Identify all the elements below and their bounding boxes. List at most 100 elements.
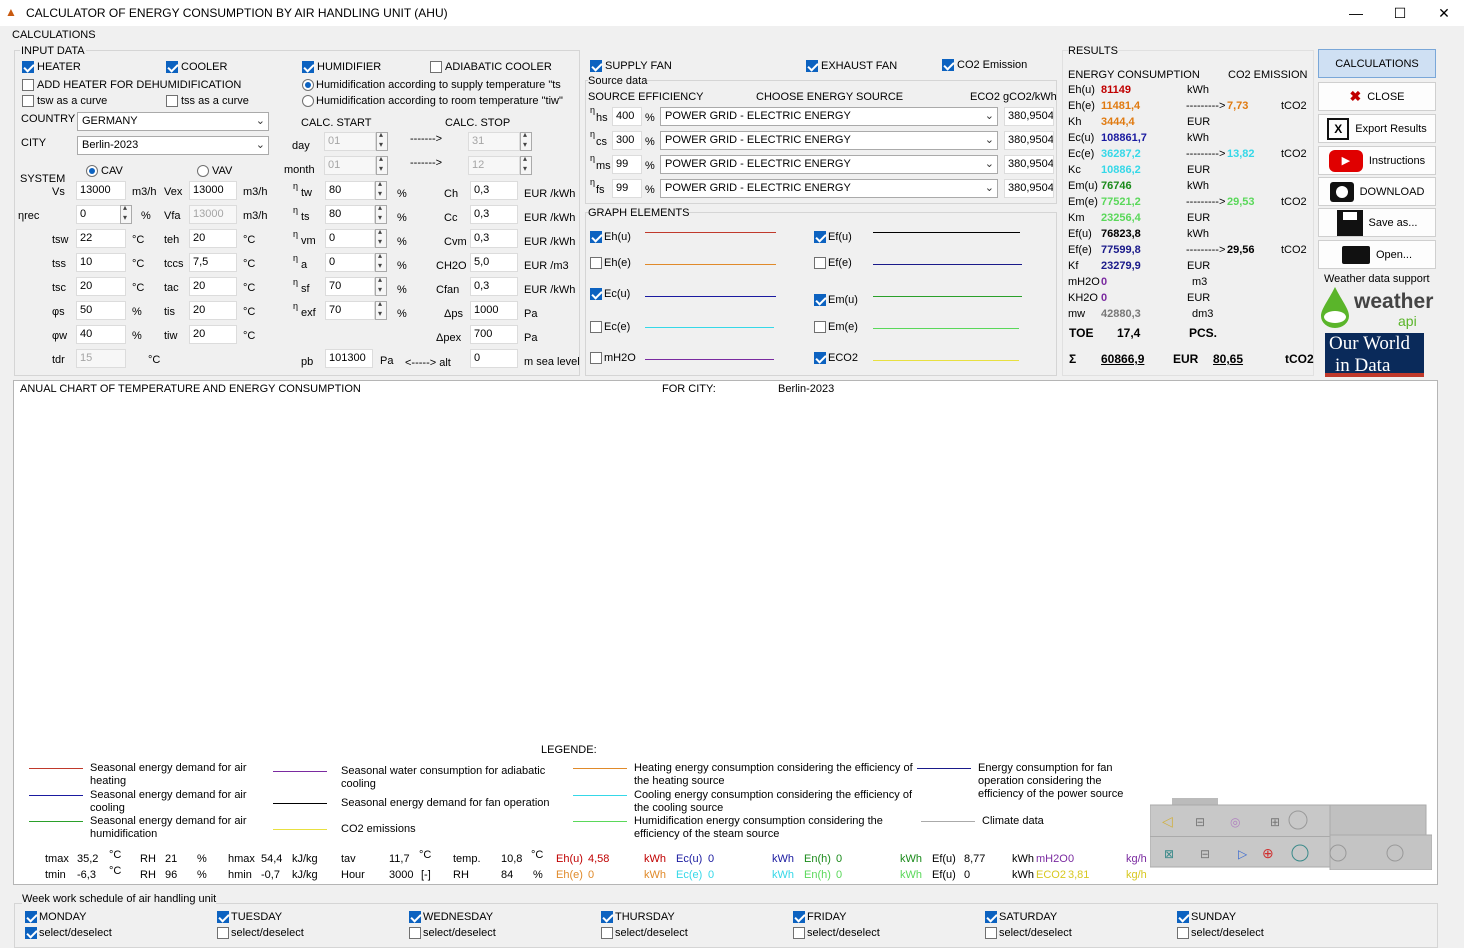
eta-input-3[interactable]: 0: [325, 253, 375, 272]
param-input-3[interactable]: 10: [76, 253, 126, 272]
start-month-input-spinner[interactable]: [376, 154, 388, 175]
day-checkbox-1[interactable]: [217, 911, 229, 923]
graph-checkbox-2[interactable]: [590, 257, 602, 269]
adiabatic-cooler-checkbox[interactable]: [430, 61, 442, 73]
eta-spinner-2[interactable]: [375, 227, 387, 248]
eta-input-2[interactable]: 0: [325, 229, 375, 248]
energy-source-select-0[interactable]: POWER GRID - ELECTRIC ENERGY ⌄: [660, 107, 998, 126]
eta-spinner-4[interactable]: [375, 275, 387, 296]
day-checkbox-6[interactable]: [1177, 911, 1189, 923]
graph-checkbox-7[interactable]: [814, 321, 826, 333]
graph-checkbox-5[interactable]: [814, 294, 826, 306]
energy-source-select-1[interactable]: POWER GRID - ELECTRIC ENERGY ⌄: [660, 131, 998, 150]
close-button[interactable]: ✖ CLOSE: [1318, 82, 1436, 111]
minimize-button[interactable]: —: [1336, 2, 1376, 24]
calculations-button[interactable]: CALCULATIONS: [1318, 49, 1436, 78]
param-mid-input-1[interactable]: 13000: [189, 205, 237, 224]
exhaust-fan-checkbox[interactable]: [806, 60, 818, 72]
graph-checkbox-6[interactable]: [590, 321, 602, 333]
cost-input-1[interactable]: 0,3: [470, 205, 518, 224]
start-day-input-spinner[interactable]: [376, 130, 388, 151]
stop-month-input-spinner[interactable]: [520, 154, 532, 175]
param-input-4[interactable]: 20: [76, 277, 126, 296]
add-heater-checkbox[interactable]: [22, 79, 34, 91]
param-input-6[interactable]: 40: [76, 325, 126, 344]
eco2-input-0[interactable]: 380,9504: [1004, 107, 1054, 126]
eco2-input-1[interactable]: 380,9504: [1004, 131, 1054, 150]
co2-emission-checkbox[interactable]: [942, 59, 954, 71]
param-input-1[interactable]: 0: [76, 205, 122, 224]
heater-checkbox[interactable]: [22, 61, 34, 73]
select-deselect-checkbox-3[interactable]: [601, 927, 613, 939]
energy-source-select-2[interactable]: POWER GRID - ELECTRIC ENERGY ⌄: [660, 155, 998, 174]
graph-checkbox-1[interactable]: [814, 231, 826, 243]
vav-radio[interactable]: [197, 165, 209, 177]
eta-spinner-3[interactable]: [375, 251, 387, 272]
stop-day-input-spinner[interactable]: [520, 130, 532, 151]
stop-day-input[interactable]: 31: [468, 132, 520, 151]
param-input-2[interactable]: 22: [76, 229, 126, 248]
stop-month-input[interactable]: 12: [468, 156, 520, 175]
day-checkbox-3[interactable]: [601, 911, 613, 923]
start-month-input[interactable]: 01: [324, 156, 376, 175]
source-eff-input-1[interactable]: 300: [612, 131, 642, 150]
graph-checkbox-3[interactable]: [814, 257, 826, 269]
open-button[interactable]: Open...: [1318, 240, 1436, 269]
eta-input-1[interactable]: 80: [325, 205, 375, 224]
param-spinner-1[interactable]: [120, 203, 132, 224]
select-deselect-checkbox-2[interactable]: [409, 927, 421, 939]
cost-input-2[interactable]: 0,3: [470, 229, 518, 248]
graph-checkbox-4[interactable]: [590, 288, 602, 300]
select-deselect-checkbox-6[interactable]: [1177, 927, 1189, 939]
cost-input-0[interactable]: 0,3: [470, 181, 518, 200]
param-input-5[interactable]: 50: [76, 301, 126, 320]
save-as-button[interactable]: Save as...: [1318, 208, 1436, 237]
day-checkbox-5[interactable]: [985, 911, 997, 923]
eco2-input-2[interactable]: 380,9504: [1004, 155, 1054, 174]
eco2-input-3[interactable]: 380,9504: [1004, 179, 1054, 198]
country-select[interactable]: GERMANY ⌄: [77, 112, 269, 131]
start-day-input[interactable]: 01: [324, 132, 376, 151]
select-deselect-checkbox-1[interactable]: [217, 927, 229, 939]
source-eff-input-3[interactable]: 99: [612, 179, 642, 198]
cost-input-5[interactable]: 1000: [470, 301, 518, 320]
select-deselect-checkbox-5[interactable]: [985, 927, 997, 939]
param-mid-input-0[interactable]: 13000: [189, 181, 237, 200]
select-deselect-checkbox-4[interactable]: [793, 927, 805, 939]
param-mid-input-3[interactable]: 7,5: [189, 253, 237, 272]
energy-source-select-3[interactable]: POWER GRID - ELECTRIC ENERGY ⌄: [660, 179, 998, 198]
eta-spinner-0[interactable]: [375, 179, 387, 200]
cost-input-3[interactable]: 5,0: [470, 253, 518, 272]
eta-input-4[interactable]: 70: [325, 277, 375, 296]
humid-supply-radio[interactable]: [302, 79, 314, 91]
param-mid-input-2[interactable]: 20: [189, 229, 237, 248]
maximize-button[interactable]: ☐: [1380, 2, 1420, 24]
param-input-7[interactable]: 15: [76, 349, 126, 368]
cost-input-4[interactable]: 0,3: [470, 277, 518, 296]
our-world-in-data-logo[interactable]: Our World in Data: [1325, 333, 1424, 377]
supply-fan-checkbox[interactable]: [590, 60, 602, 72]
graph-checkbox-8[interactable]: [590, 352, 602, 364]
download-button[interactable]: DOWNLOAD: [1318, 177, 1436, 206]
cav-radio[interactable]: [86, 165, 98, 177]
source-eff-input-0[interactable]: 400: [612, 107, 642, 126]
city-select[interactable]: Berlin-2023 ⌄: [77, 136, 269, 155]
eta-spinner-5[interactable]: [375, 299, 387, 320]
param-mid-input-6[interactable]: 20: [189, 325, 237, 344]
instructions-button[interactable]: ▶ Instructions: [1318, 146, 1436, 175]
eta-spinner-1[interactable]: [375, 203, 387, 224]
humid-room-radio[interactable]: [302, 95, 314, 107]
select-deselect-checkbox-0[interactable]: [25, 927, 37, 939]
cooler-checkbox[interactable]: [166, 61, 178, 73]
graph-checkbox-9[interactable]: [814, 352, 826, 364]
cost-input-6[interactable]: 700: [470, 325, 518, 344]
export-results-button[interactable]: X Export Results: [1318, 114, 1436, 143]
param-mid-input-5[interactable]: 20: [189, 301, 237, 320]
close-window-button[interactable]: ✕: [1424, 2, 1464, 24]
graph-checkbox-0[interactable]: [590, 231, 602, 243]
tss-curve-checkbox[interactable]: [166, 95, 178, 107]
eta-input-0[interactable]: 80: [325, 181, 375, 200]
pb-input[interactable]: 101300: [325, 349, 373, 368]
humidifier-checkbox[interactable]: [302, 61, 314, 73]
eta-input-5[interactable]: 70: [325, 301, 375, 320]
